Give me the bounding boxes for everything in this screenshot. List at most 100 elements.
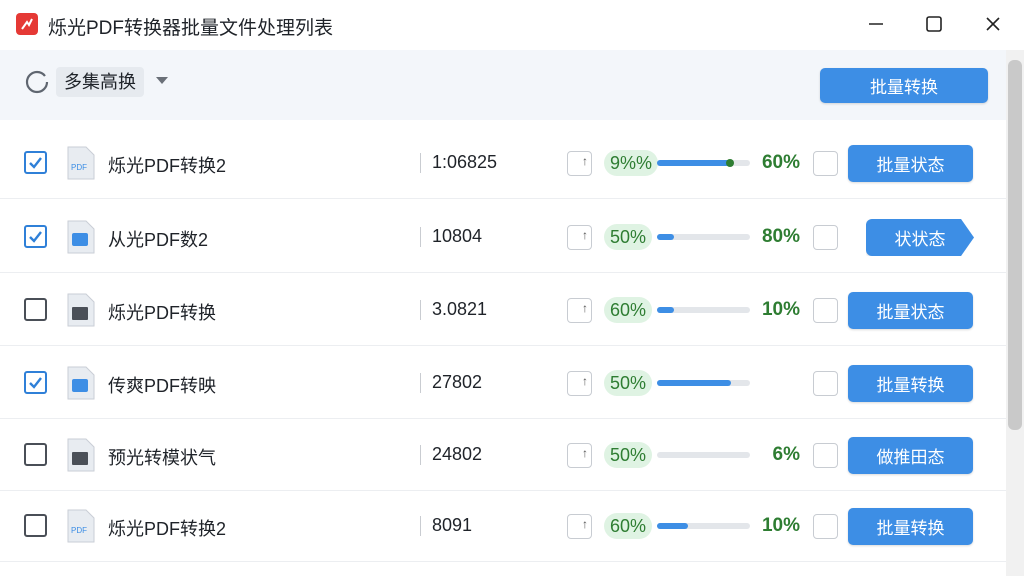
minimize-button[interactable] bbox=[853, 8, 899, 40]
dark-file-icon bbox=[67, 438, 95, 472]
svg-text:PDF: PDF bbox=[71, 163, 87, 172]
row-action-button[interactable]: 批量转换 bbox=[848, 365, 973, 402]
row-action-button[interactable]: 状状态 bbox=[866, 219, 974, 256]
row-action-button[interactable]: 做推田态 bbox=[848, 437, 973, 474]
column-divider bbox=[420, 300, 421, 320]
progress-percent: 6% bbox=[772, 444, 800, 465]
row-checkbox[interactable] bbox=[24, 514, 47, 537]
progress-fill bbox=[657, 523, 688, 529]
arrow-icon: ↑ bbox=[582, 228, 588, 242]
batch-convert-button[interactable]: 批量转换 bbox=[820, 68, 988, 103]
column-divider bbox=[420, 227, 421, 247]
close-button[interactable] bbox=[970, 8, 1016, 40]
dark-file-icon bbox=[67, 293, 95, 327]
scrollbar-thumb[interactable] bbox=[1008, 60, 1022, 430]
arrow-icon: ↑ bbox=[582, 374, 588, 388]
table-row[interactable]: 烁光PDF转换 3.0821 ↑ 60% 10% 批量状态 bbox=[0, 274, 1006, 346]
expand-toggle[interactable]: ↑ bbox=[567, 298, 592, 323]
arrow-icon: ↑ bbox=[582, 517, 588, 531]
pdf-app-icon bbox=[16, 13, 38, 35]
column-divider bbox=[420, 153, 421, 173]
refresh-icon[interactable] bbox=[24, 69, 50, 95]
toolbar: 多集高换 批量转换 bbox=[0, 50, 1006, 120]
pdf-file-icon: PDF bbox=[67, 146, 95, 180]
maximize-button[interactable] bbox=[911, 8, 957, 40]
expand-toggle[interactable]: ↑ bbox=[567, 371, 592, 396]
progress-percent-badge: 60% bbox=[604, 513, 653, 539]
mode-selector[interactable]: 多集高换 bbox=[56, 67, 144, 97]
row-action-button[interactable]: 批量状态 bbox=[848, 145, 973, 182]
arrow-icon: ↑ bbox=[582, 301, 588, 315]
arrow-icon: ↑ bbox=[582, 446, 588, 460]
row-checkbox[interactable] bbox=[24, 225, 47, 248]
expand-toggle[interactable]: ↑ bbox=[567, 514, 592, 539]
column-divider bbox=[420, 516, 421, 536]
progress-fill bbox=[657, 307, 674, 313]
progress-fill bbox=[657, 380, 732, 386]
row-checkbox[interactable] bbox=[24, 443, 47, 466]
column-divider bbox=[420, 373, 421, 393]
file-size: 1:06825 bbox=[432, 152, 498, 172]
maximize-icon bbox=[926, 16, 942, 32]
file-name: 预光转模状气 bbox=[108, 448, 216, 468]
progress-percent: 10% bbox=[761, 299, 800, 320]
progress-bar bbox=[657, 234, 750, 240]
table-row[interactable]: 传爽PDF转映 27802 ↑ 50% 批量转换 bbox=[0, 347, 1006, 419]
row-option-checkbox[interactable] bbox=[813, 225, 838, 250]
progress-percent-badge: 50% bbox=[604, 224, 653, 250]
row-option-checkbox[interactable] bbox=[813, 371, 838, 396]
table-row[interactable]: 预光转模状气 24802 ↑ 50% 6% 做推田态 bbox=[0, 419, 1006, 491]
file-name: 传爽PDF转映 bbox=[108, 376, 216, 396]
file-name: 烁光PDF转换2 bbox=[108, 156, 227, 176]
progress-percent: 80% bbox=[761, 226, 800, 247]
progress-bar bbox=[657, 523, 750, 529]
file-size: 10804 bbox=[432, 226, 483, 246]
svg-text:PDF: PDF bbox=[71, 526, 87, 535]
row-option-checkbox[interactable] bbox=[813, 514, 838, 539]
progress-fill bbox=[657, 160, 730, 166]
row-checkbox[interactable] bbox=[24, 151, 47, 174]
file-name: 烁光PDF转换2 bbox=[108, 519, 227, 539]
chevron-down-icon[interactable] bbox=[156, 77, 168, 85]
expand-toggle[interactable]: ↑ bbox=[567, 225, 592, 250]
close-icon bbox=[986, 17, 1000, 31]
expand-toggle[interactable]: ↑ bbox=[567, 443, 592, 468]
progress-marker bbox=[726, 159, 734, 167]
table-row[interactable]: 从光PDF数2 10804 ↑ 50% 80% 状状态 bbox=[0, 201, 1006, 273]
blue-file-icon bbox=[67, 220, 95, 254]
row-action-button[interactable]: 批量转换 bbox=[848, 508, 973, 545]
column-divider bbox=[420, 445, 421, 465]
file-name: 烁光PDF转换 bbox=[108, 303, 216, 323]
minimize-icon bbox=[869, 23, 883, 25]
row-checkbox[interactable] bbox=[24, 371, 47, 394]
expand-toggle[interactable]: ↑ bbox=[567, 151, 592, 176]
row-option-checkbox[interactable] bbox=[813, 298, 838, 323]
progress-bar bbox=[657, 307, 750, 313]
checkmark-icon bbox=[29, 157, 42, 169]
progress-percent-badge: 9%% bbox=[604, 150, 659, 176]
progress-percent-badge: 50% bbox=[604, 370, 653, 396]
progress-percent: 10% bbox=[761, 515, 800, 536]
blue-file-icon bbox=[67, 366, 95, 400]
progress-bar bbox=[657, 452, 750, 458]
progress-bar bbox=[657, 380, 750, 386]
row-option-checkbox[interactable] bbox=[813, 443, 838, 468]
file-size: 24802 bbox=[432, 444, 483, 464]
pdf-file-icon: PDF bbox=[67, 509, 95, 543]
progress-percent-badge: 50% bbox=[604, 442, 653, 468]
table-row[interactable]: PDF 烁光PDF转换2 1:06825 ↑ 9%% 60% 批量状态 bbox=[0, 127, 1006, 199]
row-checkbox[interactable] bbox=[24, 298, 47, 321]
file-size: 3.0821 bbox=[432, 299, 488, 319]
title-bar: 烁光PDF转换器批量文件处理列表 bbox=[0, 0, 1024, 50]
row-option-checkbox[interactable] bbox=[813, 151, 838, 176]
window-title: 烁光PDF转换器批量文件处理列表 bbox=[48, 18, 334, 39]
checkmark-icon bbox=[29, 377, 42, 389]
file-size: 8091 bbox=[432, 515, 473, 535]
progress-fill bbox=[657, 234, 674, 240]
checkmark-icon bbox=[29, 231, 42, 243]
progress-percent: 60% bbox=[761, 152, 800, 173]
row-action-button[interactable]: 批量状态 bbox=[848, 292, 973, 329]
table-row[interactable]: PDF 烁光PDF转换2 8091 ↑ 60% 10% 批量转换 bbox=[0, 490, 1006, 562]
file-name: 从光PDF数2 bbox=[108, 230, 209, 250]
progress-bar bbox=[657, 159, 750, 167]
